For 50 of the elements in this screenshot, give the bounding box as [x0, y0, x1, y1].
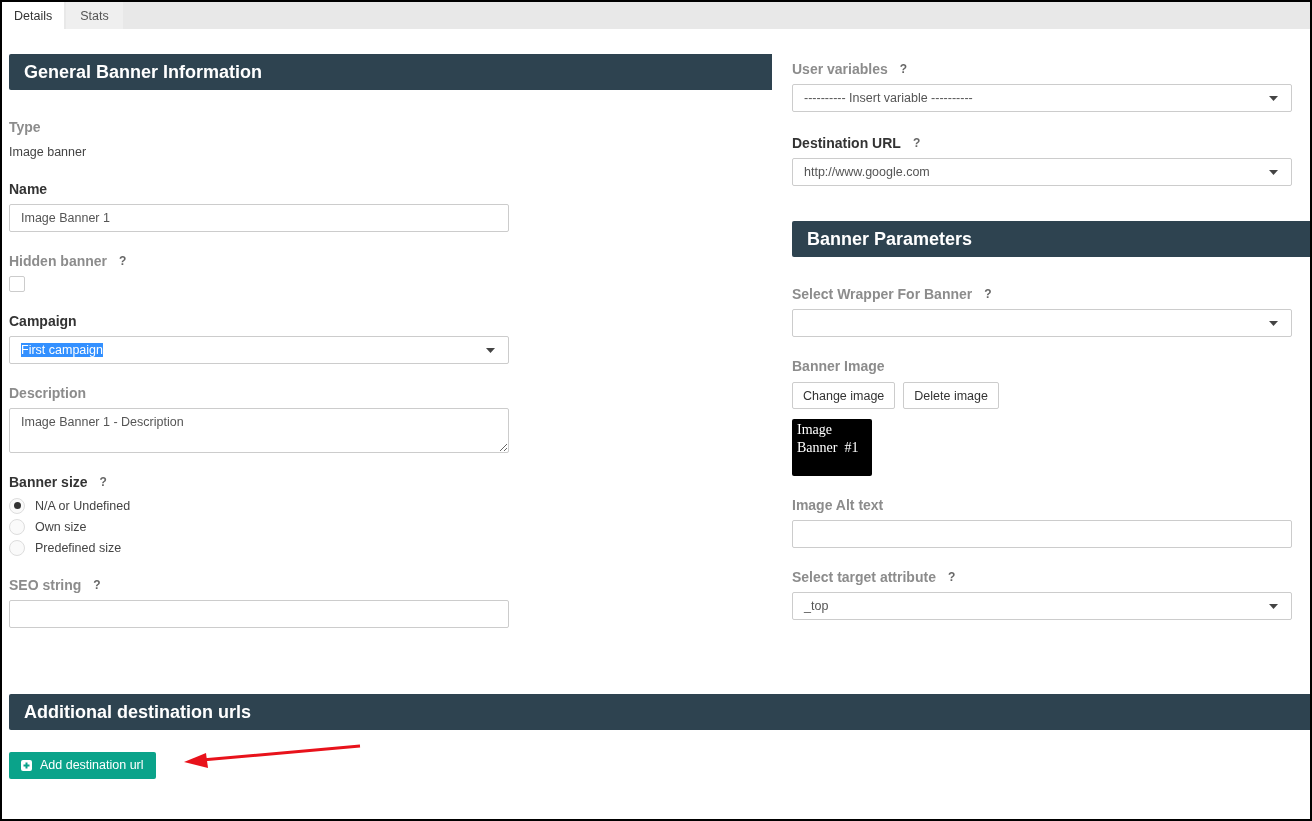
radio-button[interactable] [9, 539, 25, 556]
input-field[interactable] [9, 600, 509, 628]
caret-icon [486, 347, 495, 353]
field-label: Banner size [9, 474, 88, 490]
radio-label[interactable]: Own size [35, 519, 87, 534]
radio-button[interactable] [9, 497, 25, 514]
image-button[interactable]: Delete image [903, 382, 999, 409]
tab[interactable]: Details [2, 2, 65, 29]
image-button[interactable]: Change image [792, 382, 896, 409]
field-label: Destination URL [792, 135, 901, 151]
help-icon[interactable]: ? [93, 578, 101, 592]
field-label: Type [9, 119, 41, 135]
field-label: SEO string [9, 577, 82, 593]
tab[interactable]: Stats [66, 2, 123, 29]
section-header: Additional destination urls [9, 694, 1310, 730]
field-label: Description [9, 385, 86, 401]
field-label: Select target attribute [792, 569, 936, 585]
caret-icon [1269, 320, 1278, 326]
select-field[interactable]: http://www.google.com [792, 158, 1292, 186]
select-field[interactable]: ---------- Insert variable ---------- [792, 84, 1292, 112]
help-icon[interactable]: ? [947, 570, 956, 584]
select-field[interactable]: _top [792, 592, 1292, 620]
field-label: Banner Image [792, 358, 885, 374]
help-icon[interactable]: ? [912, 136, 921, 150]
caret-icon [1269, 169, 1278, 175]
caret-icon [1269, 603, 1278, 609]
input-field[interactable]: Image Banner 1 [9, 204, 509, 232]
input-field[interactable] [792, 520, 1292, 548]
select-field[interactable] [792, 309, 1292, 337]
text-area[interactable]: Image Banner 1 - Description [9, 408, 509, 453]
help-icon[interactable]: ? [899, 62, 908, 76]
help-icon[interactable]: ? [984, 287, 992, 301]
field-value: Image banner [9, 145, 87, 159]
radio-button[interactable] [9, 518, 25, 535]
help-icon[interactable]: ? [99, 475, 107, 489]
plus-icon [21, 759, 32, 771]
caret-icon [1269, 95, 1278, 101]
field-label: User variables [792, 61, 888, 77]
radio-label[interactable]: Predefined size [35, 540, 122, 555]
help-icon[interactable]: ? [119, 254, 127, 268]
radio-label[interactable]: N/A or Undefined [35, 498, 131, 513]
section-header: General Banner Information [9, 54, 772, 90]
banner-image-preview: Image Banner #1 [792, 419, 872, 476]
field-label: Select Wrapper For Banner [792, 286, 973, 302]
field-label: Name [9, 181, 48, 197]
field-label: Hidden banner [9, 253, 107, 269]
checkbox[interactable] [9, 276, 25, 292]
field-label: Campaign [9, 313, 77, 329]
section-header: Banner Parameters [792, 221, 1310, 257]
field-label: Image Alt text [792, 497, 884, 513]
